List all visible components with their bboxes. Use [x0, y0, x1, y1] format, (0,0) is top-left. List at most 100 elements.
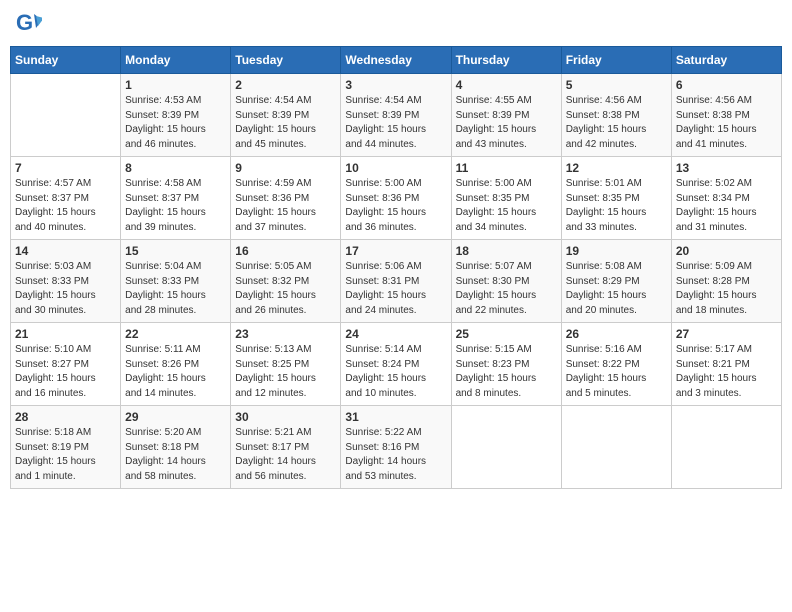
day-info: Sunrise: 5:02 AM Sunset: 8:34 PM Dayligh…: [676, 177, 777, 235]
day-number: 28: [15, 410, 116, 424]
calendar-week-row: 14Sunrise: 5:03 AM Sunset: 8:33 PM Dayli…: [11, 240, 782, 323]
column-header-tuesday: Tuesday: [231, 47, 341, 74]
day-number: 14: [15, 244, 116, 258]
day-info: Sunrise: 5:07 AM Sunset: 8:30 PM Dayligh…: [456, 260, 557, 318]
calendar-cell: 7 Sunrise: 4:57 AM Sunset: 8:37 PM Daylig…: [11, 157, 121, 240]
calendar-table: SundayMondayTuesdayWednesdayThursdayFrid…: [10, 46, 782, 489]
calendar-week-row: 21 Sunrise: 5:10 AM Sunset: 8:27 PM Dayli…: [11, 323, 782, 406]
day-number: 25: [456, 327, 557, 341]
calendar-cell: 2 Sunrise: 4:54 AM Sunset: 8:39 PM Daylig…: [231, 74, 341, 157]
calendar-cell: 26 Sunrise: 5:16 AM Sunset: 8:22 PM Dayli…: [561, 323, 671, 406]
calendar-cell: 28 Sunrise: 5:18 AM Sunset: 8:19 PM Dayli…: [11, 406, 121, 489]
day-info: Sunrise: 5:11 AM Sunset: 8:26 PM Dayligh…: [125, 343, 226, 401]
column-header-friday: Friday: [561, 47, 671, 74]
day-info: Sunrise: 5:10 AM Sunset: 8:27 PM Dayligh…: [15, 343, 116, 401]
calendar-cell: 22Sunrise: 5:11 AM Sunset: 8:26 PM Dayli…: [121, 323, 231, 406]
day-number: 18: [456, 244, 557, 258]
calendar-cell: 20 Sunrise: 5:09 AM Sunset: 8:28 PM Dayli…: [671, 240, 781, 323]
column-header-wednesday: Wednesday: [341, 47, 451, 74]
calendar-cell: 19Sunrise: 5:08 AM Sunset: 8:29 PM Dayli…: [561, 240, 671, 323]
day-number: 24: [345, 327, 446, 341]
day-info: Sunrise: 4:58 AM Sunset: 8:37 PM Dayligh…: [125, 177, 226, 235]
day-info: Sunrise: 4:53 AM Sunset: 8:39 PM Dayligh…: [125, 94, 226, 152]
page-header: G: [10, 10, 782, 38]
calendar-cell: 24Sunrise: 5:14 AM Sunset: 8:24 PM Dayli…: [341, 323, 451, 406]
day-number: 2: [235, 78, 336, 92]
day-info: Sunrise: 5:15 AM Sunset: 8:23 PM Dayligh…: [456, 343, 557, 401]
day-info: Sunrise: 4:59 AM Sunset: 8:36 PM Dayligh…: [235, 177, 336, 235]
day-number: 15: [125, 244, 226, 258]
calendar-cell: 17Sunrise: 5:06 AM Sunset: 8:31 PM Dayli…: [341, 240, 451, 323]
day-info: Sunrise: 4:56 AM Sunset: 8:38 PM Dayligh…: [566, 94, 667, 152]
day-info: Sunrise: 4:56 AM Sunset: 8:38 PM Dayligh…: [676, 94, 777, 152]
day-number: 12: [566, 161, 667, 175]
calendar-cell: 12Sunrise: 5:01 AM Sunset: 8:35 PM Dayli…: [561, 157, 671, 240]
calendar-cell: 30Sunrise: 5:21 AM Sunset: 8:17 PM Dayli…: [231, 406, 341, 489]
day-info: Sunrise: 5:04 AM Sunset: 8:33 PM Dayligh…: [125, 260, 226, 318]
calendar-cell: 18 Sunrise: 5:07 AM Sunset: 8:30 PM Dayli…: [451, 240, 561, 323]
day-number: 16: [235, 244, 336, 258]
calendar-cell: 1 Sunrise: 4:53 AM Sunset: 8:39 PM Daylig…: [121, 74, 231, 157]
day-number: 8: [125, 161, 226, 175]
day-info: Sunrise: 5:20 AM Sunset: 8:18 PM Dayligh…: [125, 426, 226, 484]
calendar-cell: 29 Sunrise: 5:20 AM Sunset: 8:18 PM Dayli…: [121, 406, 231, 489]
calendar-cell: [671, 406, 781, 489]
day-info: Sunrise: 5:00 AM Sunset: 8:35 PM Dayligh…: [456, 177, 557, 235]
day-number: 17: [345, 244, 446, 258]
column-header-saturday: Saturday: [671, 47, 781, 74]
calendar-cell: 8 Sunrise: 4:58 AM Sunset: 8:37 PM Daylig…: [121, 157, 231, 240]
calendar-cell: 6 Sunrise: 4:56 AM Sunset: 8:38 PM Daylig…: [671, 74, 781, 157]
calendar-cell: 16 Sunrise: 5:05 AM Sunset: 8:32 PM Dayli…: [231, 240, 341, 323]
day-number: 13: [676, 161, 777, 175]
calendar-cell: 11 Sunrise: 5:00 AM Sunset: 8:35 PM Dayli…: [451, 157, 561, 240]
day-info: Sunrise: 4:55 AM Sunset: 8:39 PM Dayligh…: [456, 94, 557, 152]
day-number: 11: [456, 161, 557, 175]
calendar-cell: 25 Sunrise: 5:15 AM Sunset: 8:23 PM Dayli…: [451, 323, 561, 406]
day-number: 29: [125, 410, 226, 424]
day-number: 7: [15, 161, 116, 175]
calendar-cell: 15 Sunrise: 5:04 AM Sunset: 8:33 PM Dayli…: [121, 240, 231, 323]
day-number: 3: [345, 78, 446, 92]
day-number: 1: [125, 78, 226, 92]
day-info: Sunrise: 5:09 AM Sunset: 8:28 PM Dayligh…: [676, 260, 777, 318]
day-info: Sunrise: 5:17 AM Sunset: 8:21 PM Dayligh…: [676, 343, 777, 401]
day-number: 5: [566, 78, 667, 92]
day-number: 30: [235, 410, 336, 424]
day-number: 21: [15, 327, 116, 341]
calendar-header-row: SundayMondayTuesdayWednesdayThursdayFrid…: [11, 47, 782, 74]
day-number: 31: [345, 410, 446, 424]
calendar-cell: 21 Sunrise: 5:10 AM Sunset: 8:27 PM Dayli…: [11, 323, 121, 406]
column-header-monday: Monday: [121, 47, 231, 74]
calendar-week-row: 28 Sunrise: 5:18 AM Sunset: 8:19 PM Dayli…: [11, 406, 782, 489]
day-info: Sunrise: 5:00 AM Sunset: 8:36 PM Dayligh…: [345, 177, 446, 235]
calendar-week-row: 1 Sunrise: 4:53 AM Sunset: 8:39 PM Daylig…: [11, 74, 782, 157]
column-header-sunday: Sunday: [11, 47, 121, 74]
calendar-cell: 23Sunrise: 5:13 AM Sunset: 8:25 PM Dayli…: [231, 323, 341, 406]
day-number: 20: [676, 244, 777, 258]
day-number: 9: [235, 161, 336, 175]
calendar-cell: [451, 406, 561, 489]
calendar-cell: 13 Sunrise: 5:02 AM Sunset: 8:34 PM Dayli…: [671, 157, 781, 240]
day-info: Sunrise: 5:16 AM Sunset: 8:22 PM Dayligh…: [566, 343, 667, 401]
logo: G: [14, 10, 44, 38]
day-info: Sunrise: 4:54 AM Sunset: 8:39 PM Dayligh…: [345, 94, 446, 152]
svg-text:G: G: [16, 10, 33, 35]
calendar-cell: 27 Sunrise: 5:17 AM Sunset: 8:21 PM Dayli…: [671, 323, 781, 406]
day-info: Sunrise: 4:54 AM Sunset: 8:39 PM Dayligh…: [235, 94, 336, 152]
calendar-cell: 4Sunrise: 4:55 AM Sunset: 8:39 PM Daylig…: [451, 74, 561, 157]
column-header-thursday: Thursday: [451, 47, 561, 74]
day-number: 27: [676, 327, 777, 341]
calendar-cell: [11, 74, 121, 157]
calendar-cell: 31 Sunrise: 5:22 AM Sunset: 8:16 PM Dayli…: [341, 406, 451, 489]
day-number: 10: [345, 161, 446, 175]
logo-icon: G: [14, 10, 42, 38]
calendar-cell: 5 Sunrise: 4:56 AM Sunset: 8:38 PM Daylig…: [561, 74, 671, 157]
calendar-body: 1 Sunrise: 4:53 AM Sunset: 8:39 PM Daylig…: [11, 74, 782, 489]
day-number: 26: [566, 327, 667, 341]
day-number: 6: [676, 78, 777, 92]
day-info: Sunrise: 5:18 AM Sunset: 8:19 PM Dayligh…: [15, 426, 116, 484]
day-info: Sunrise: 4:57 AM Sunset: 8:37 PM Dayligh…: [15, 177, 116, 235]
day-info: Sunrise: 5:05 AM Sunset: 8:32 PM Dayligh…: [235, 260, 336, 318]
day-info: Sunrise: 5:22 AM Sunset: 8:16 PM Dayligh…: [345, 426, 446, 484]
calendar-cell: 3 Sunrise: 4:54 AM Sunset: 8:39 PM Daylig…: [341, 74, 451, 157]
